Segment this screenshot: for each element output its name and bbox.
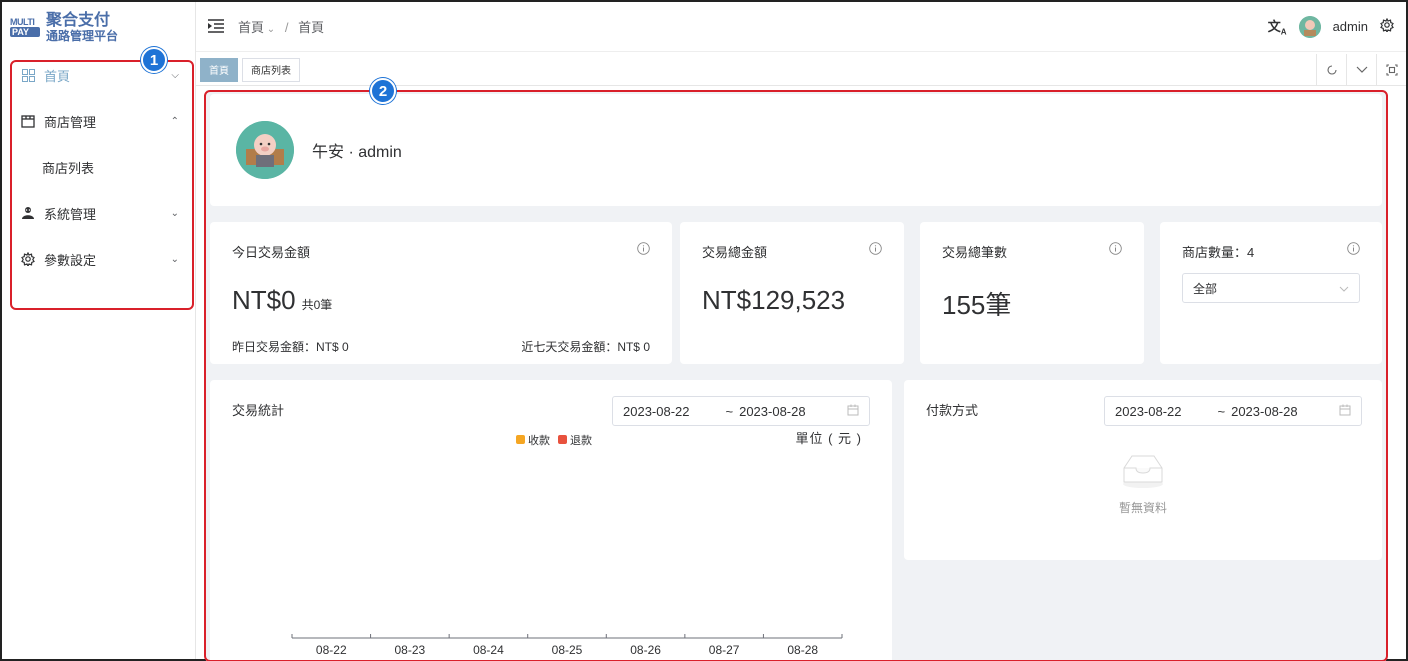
stat-card-stores: 商店數量：4 全部 [1160, 222, 1382, 364]
translate-icon[interactable]: 文A [1268, 16, 1287, 37]
stat-value: NT$0 [232, 285, 296, 315]
chevron-down-icon [1339, 281, 1349, 295]
info-icon[interactable] [1347, 242, 1360, 255]
sidebar-item-settings[interactable]: 參數設定 ⌄ [2, 236, 195, 282]
x-tick-label: 08-25 [552, 643, 583, 657]
x-tick-label: 08-22 [316, 643, 347, 657]
tag-home[interactable]: 首頁 [200, 57, 238, 82]
legend-label: 退款 [570, 435, 592, 447]
x-tick-label: 08-26 [630, 643, 661, 657]
info-icon[interactable] [1109, 242, 1122, 255]
legend-label: 收款 [528, 435, 550, 447]
x-tick-label: 08-24 [473, 643, 504, 657]
store-icon [20, 113, 36, 129]
x-tick-label: 08-27 [709, 643, 740, 657]
transaction-stats-card: 交易統計 2023-08-22 ~ 2023-08-28 收款 退款 單位 ( … [210, 380, 892, 661]
collapse-menu-icon[interactable] [208, 18, 224, 35]
sidebar-subitem-store-list[interactable]: 商店列表 [2, 144, 195, 190]
sidebar-item-system-management[interactable]: 系統管理 ⌄ [2, 190, 195, 236]
store-select[interactable]: 全部 [1182, 273, 1360, 303]
stat-card-today: 今日交易金額 NT$0 共0筆 昨日交易金額：NT$ 0 近七天交易金額：NT$ … [210, 222, 672, 364]
sidebar-item-label: 商店管理 [44, 114, 97, 130]
sidebar-item-label: 系統管理 [44, 206, 97, 222]
sidebar: MULTI PAY 聚合支付 通路管理平台 首頁 ⌵ 商店管理 ⌃ 商店列表 系… [2, 2, 196, 659]
select-value: 全部 [1193, 281, 1218, 296]
stat-card-total-amount: 交易總金額 NT$129,523 [680, 222, 904, 364]
legend-item[interactable]: 退款 [558, 432, 592, 448]
legend-swatch [516, 435, 525, 444]
date-end: 2023-08-28 [1231, 403, 1298, 419]
settings-gear-icon[interactable] [1380, 17, 1394, 35]
logo-title: 聚合支付 [46, 11, 111, 29]
date-separator: ~ [1217, 403, 1226, 419]
sidebar-menu: 首頁 ⌵ 商店管理 ⌃ 商店列表 系統管理 ⌄ 參數設定 ⌄ [2, 52, 195, 282]
dashboard-main: 午安 · admin 今日交易金額 NT$0 共0筆 昨日交易金額：NT$ 0 近… [206, 90, 1386, 661]
chevron-up-icon: ⌃ [170, 115, 179, 127]
stat-value: NT$129,523 [702, 285, 846, 315]
sidebar-item-label: 參數設定 [44, 252, 97, 268]
avatar [236, 121, 294, 179]
dashboard-icon [20, 67, 36, 83]
gear-icon [20, 251, 36, 267]
empty-box-icon [1120, 450, 1166, 493]
avatar[interactable] [1298, 15, 1321, 38]
date-separator: ~ [725, 403, 734, 419]
logo-subtitle: 通路管理平台 [46, 28, 119, 43]
breadcrumb-item: 首頁 [298, 20, 325, 35]
stat-card-total-count: 交易總筆數 155筆 [920, 222, 1144, 364]
date-start: 2023-08-22 [1115, 403, 1182, 419]
payment-date-range-picker[interactable]: 2023-08-22 ~ 2023-08-28 [1104, 396, 1362, 426]
chart-date-range-picker[interactable]: 2023-08-22 ~ 2023-08-28 [612, 396, 870, 426]
sidebar-item-store-management[interactable]: 商店管理 ⌃ [2, 98, 195, 144]
stat-label: 商店數量：4 [1182, 245, 1255, 260]
calendar-icon [847, 404, 859, 419]
chevron-down-icon: ⌄ [170, 207, 179, 219]
username[interactable]: admin [1333, 19, 1368, 34]
date-start: 2023-08-22 [623, 403, 690, 419]
logo-badge-bottom: PAY [10, 27, 40, 37]
payment-method-card: 付款方式 2023-08-22 ~ 2023-08-28 暫無資料 [904, 380, 1382, 560]
legend-item[interactable]: 收款 [516, 432, 550, 448]
x-tick-label: 08-28 [787, 643, 818, 657]
chart-legend: 收款 退款 [516, 432, 592, 448]
logo-badge-top: MULTI [10, 17, 35, 27]
empty-state: 暫無資料 [904, 450, 1382, 516]
logo-badge: MULTI PAY [10, 16, 40, 38]
x-tick-label: 08-23 [395, 643, 426, 657]
callout-1: 1 [141, 47, 167, 73]
info-icon[interactable] [869, 242, 882, 255]
refresh-icon[interactable] [1316, 54, 1346, 86]
transaction-bar-chart: 08-22 08-23 08-24 08-25 08-26 08-27 08-28 [291, 634, 843, 657]
fullscreen-icon[interactable] [1376, 54, 1406, 86]
chevron-down-icon: ⌄ [170, 253, 179, 265]
welcome-greeting: 午安 · admin [312, 144, 402, 161]
welcome-card: 午安 · admin [210, 94, 1382, 206]
tag-store-list[interactable]: 商店列表 [242, 57, 300, 82]
chevron-down-icon: ⌵ [171, 69, 179, 81]
stat-value: 155筆 [942, 290, 1012, 320]
callout-2: 2 [370, 78, 396, 104]
breadcrumb-item[interactable]: 首頁 [238, 20, 264, 35]
yesterday-amount: 昨日交易金額：NT$ 0 [232, 340, 349, 354]
legend-swatch [558, 435, 567, 444]
breadcrumb: 首頁 ⌄ / 首頁 [238, 20, 325, 35]
chevron-down-icon[interactable] [1346, 54, 1376, 86]
top-header: 首頁 ⌄ / 首頁 文A admin [196, 2, 1406, 52]
date-end: 2023-08-28 [739, 403, 806, 419]
user-group-icon [20, 205, 36, 221]
chart-unit: 單位 ( 元 ) [795, 431, 862, 446]
stat-label: 交易總金額 [702, 245, 768, 260]
seven-day-amount: 近七天交易金額：NT$ 0 [521, 340, 650, 354]
info-icon[interactable] [637, 242, 650, 255]
stat-label: 今日交易金額 [232, 245, 311, 260]
empty-text: 暫無資料 [1118, 501, 1167, 515]
logo[interactable]: MULTI PAY 聚合支付 通路管理平台 [2, 2, 195, 52]
calendar-icon [1339, 404, 1351, 419]
breadcrumb-separator: / [284, 20, 289, 35]
stat-label: 交易總筆數 [942, 245, 1008, 260]
stat-count: 共0筆 [301, 298, 333, 312]
